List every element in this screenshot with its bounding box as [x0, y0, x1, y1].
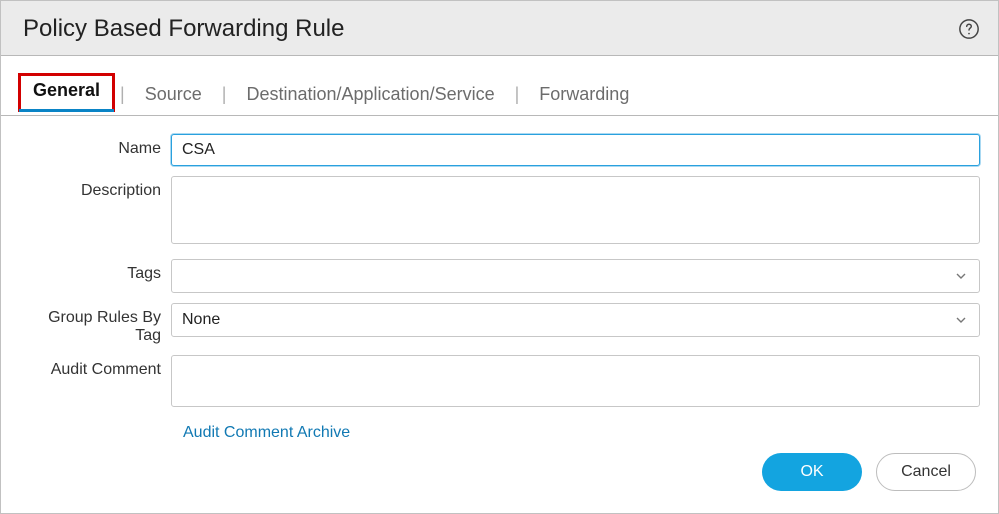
audit-comment-input[interactable]	[171, 355, 980, 407]
chevron-down-icon	[953, 314, 969, 326]
description-input[interactable]	[171, 176, 980, 244]
pbf-rule-dialog: Policy Based Forwarding Rule General | S…	[0, 0, 999, 514]
dialog-title: Policy Based Forwarding Rule	[23, 15, 344, 43]
chevron-down-icon	[953, 270, 969, 282]
tags-dropdown[interactable]	[171, 259, 980, 293]
tab-forwarding[interactable]: Forwarding	[525, 84, 643, 115]
form-general: Name Description Tags Gro	[1, 116, 998, 453]
group-rules-label: Group Rules By Tag	[19, 303, 171, 345]
titlebar: Policy Based Forwarding Rule	[1, 1, 998, 56]
tab-separator: |	[216, 84, 233, 115]
help-icon[interactable]	[958, 18, 980, 40]
group-rules-dropdown[interactable]: None	[171, 303, 980, 337]
tags-label: Tags	[19, 259, 171, 283]
name-input[interactable]	[171, 134, 980, 166]
cancel-button[interactable]: Cancel	[876, 453, 976, 491]
audit-comment-archive-link[interactable]: Audit Comment Archive	[183, 424, 350, 441]
tab-separator: |	[114, 84, 131, 115]
description-label: Description	[19, 176, 171, 200]
tab-separator: |	[509, 84, 526, 115]
tab-row: General | Source | Destination/Applicati…	[1, 56, 998, 116]
ok-button[interactable]: OK	[762, 453, 862, 491]
tab-general[interactable]: General	[19, 74, 114, 111]
name-label: Name	[19, 134, 171, 158]
group-rules-value: None	[182, 311, 953, 329]
audit-comment-label: Audit Comment	[19, 355, 171, 379]
dialog-footer: OK Cancel	[1, 453, 998, 513]
tab-source[interactable]: Source	[131, 84, 216, 115]
tab-destination-application-service[interactable]: Destination/Application/Service	[232, 84, 508, 115]
